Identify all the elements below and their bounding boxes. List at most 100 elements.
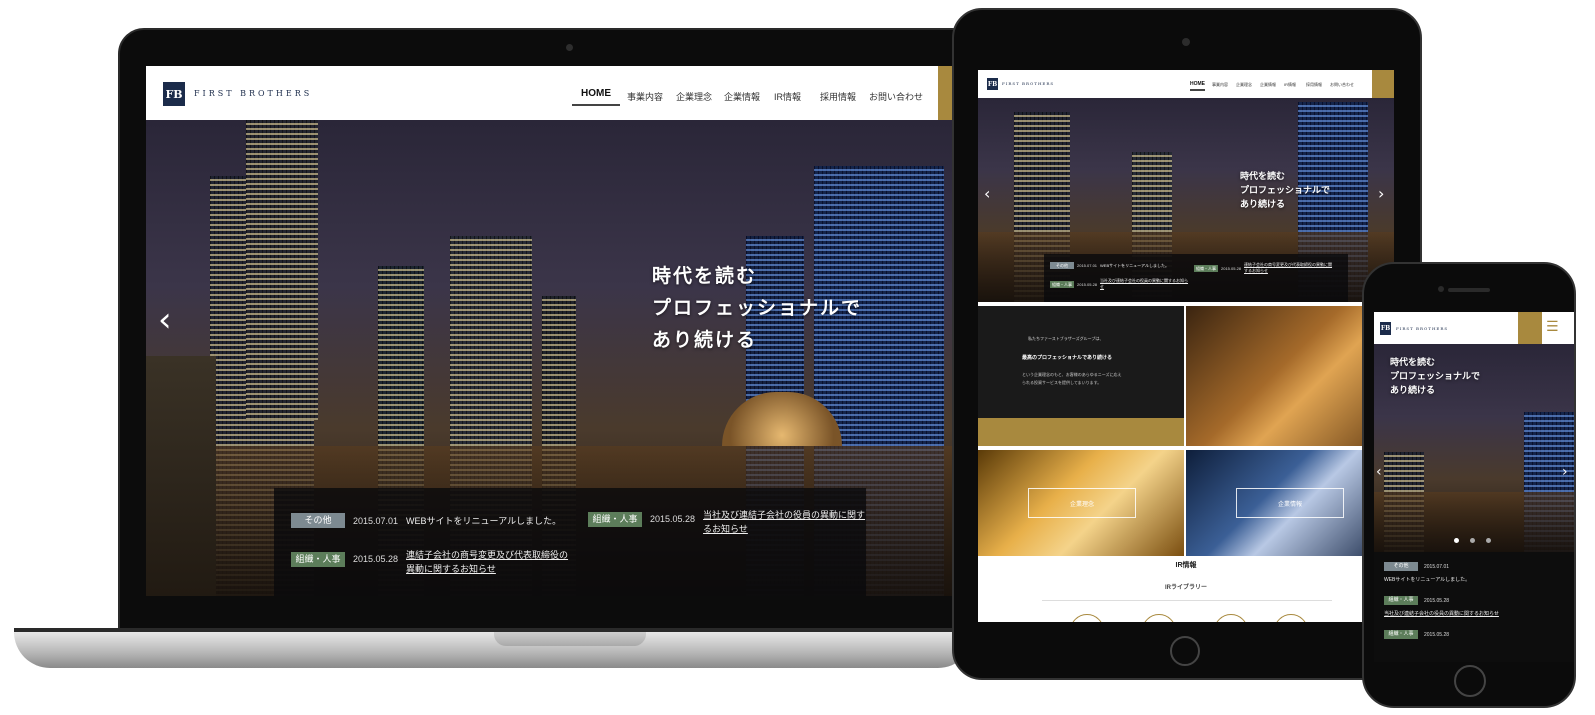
ir-circle-icon[interactable] bbox=[1274, 614, 1308, 622]
hero-tagline: 時代を読む プロフェッショナルで あり続ける bbox=[652, 260, 862, 356]
news-item[interactable]: 組織・人事 2015.05.28 当社及び連結子会社の役員の異動に関す るお知ら… bbox=[588, 508, 865, 536]
news-link[interactable]: 当社及び連結子会社の役員の異動に関するお知らせ bbox=[1384, 610, 1499, 617]
news-item[interactable]: その他 2015.07.01 WEBサイトをリニューアルしました。 bbox=[291, 513, 561, 528]
intro-tile: 私たちファーストブラザーズグループは、 最高のプロフェッショナルであり続ける と… bbox=[978, 306, 1184, 446]
hero-line-2: プロフェッショナルで bbox=[1240, 186, 1331, 196]
nav-business[interactable]: 事業内容 bbox=[1212, 82, 1228, 88]
carousel-dot-active[interactable] bbox=[1454, 538, 1459, 543]
news-item[interactable]: 組織・人事 2015.05.28 当社及び連結子会社の役員の異動に関するお知らせ bbox=[1050, 278, 1190, 290]
prev-arrow-icon[interactable]: ‹ bbox=[158, 300, 172, 340]
news-date: 2015.07.01 bbox=[1424, 563, 1450, 570]
nav-ir[interactable]: IR情報 bbox=[1284, 82, 1296, 88]
ir-circle-icon[interactable] bbox=[1142, 614, 1176, 622]
hero-line-2: プロフェッショナルで bbox=[1390, 372, 1481, 382]
nav-philosophy[interactable]: 企業理念 bbox=[1236, 82, 1252, 88]
intro-line: という企業理念のもと、お客様のあらゆるニーズに応え bbox=[1022, 372, 1122, 377]
news-tag: 組織・人事 bbox=[1050, 280, 1074, 288]
nav-home[interactable]: HOME bbox=[572, 88, 620, 106]
news-link[interactable]: 当社及び連結子会社の役員の異動に関す るお知らせ bbox=[703, 508, 865, 536]
logo-mark[interactable]: FB bbox=[987, 78, 998, 90]
logo-mark[interactable]: FB bbox=[163, 82, 185, 106]
hero-line-3: あり続ける bbox=[652, 329, 758, 351]
carousel-dot[interactable] bbox=[1470, 538, 1475, 543]
logo-text[interactable]: FIRST BROTHERS bbox=[1002, 81, 1054, 86]
phone-screen: FB FIRST BROTHERS ☰ 時代を読む プロフェッショナルで あり続… bbox=[1374, 312, 1574, 662]
news-link[interactable]: 連結子会社の商号変更及び代表取締役の 異動に関するお知らせ bbox=[406, 548, 568, 576]
news-item[interactable]: 組織・人事 2015.05.28 連結子会社の商号変更及び代表取締役の異動に関す… bbox=[1194, 262, 1334, 274]
accent-tab bbox=[1518, 312, 1542, 344]
philosophy-tile[interactable]: 企業理念 bbox=[978, 450, 1184, 556]
nav-business[interactable]: 事業内容 bbox=[627, 90, 663, 103]
nav-philosophy[interactable]: 企業理念 bbox=[676, 90, 712, 103]
nav-company[interactable]: 企業情報 bbox=[724, 90, 760, 103]
building bbox=[146, 356, 216, 596]
news-text: WEBサイトをリニューアルしました。 bbox=[406, 516, 562, 526]
news-link[interactable]: 連結子会社の商号変更及び代表取締役の異動に関するお知らせ bbox=[1244, 262, 1334, 274]
laptop-notch bbox=[494, 632, 646, 646]
nav-contact[interactable]: お問い合わせ bbox=[869, 90, 923, 103]
news-tag: 組織・人事 bbox=[1384, 630, 1418, 639]
station-foreground bbox=[1374, 492, 1574, 552]
nav-contact[interactable]: お問い合わせ bbox=[1330, 82, 1354, 88]
logo-mark[interactable]: FB bbox=[1380, 322, 1391, 335]
logo-text[interactable]: FIRST BROTHERS bbox=[194, 89, 312, 98]
ir-title: IR情報 bbox=[1175, 562, 1197, 569]
phone-speaker bbox=[1448, 288, 1490, 292]
news-text[interactable]: WEBサイトをリニューアルしました。 bbox=[1384, 576, 1470, 583]
next-arrow-icon[interactable]: › bbox=[1562, 464, 1568, 480]
news-item[interactable]: 組織・人事 2015.05.28 bbox=[1384, 596, 1449, 605]
nav-recruit[interactable]: 採用情報 bbox=[1306, 82, 1322, 88]
news-item[interactable]: 組織・人事 2015.05.28 連結子会社の商号変更及び代表取締役の 異動に関… bbox=[291, 548, 568, 576]
news-link[interactable]: 当社及び連結子会社の役員の異動に関するお知らせ bbox=[1100, 278, 1190, 290]
tablet-camera bbox=[1182, 38, 1190, 46]
ir-circle-icon[interactable] bbox=[1070, 614, 1104, 622]
news-tag: 組織・人事 bbox=[1194, 264, 1218, 272]
news-tag: 組織・人事 bbox=[291, 552, 345, 567]
phone-camera bbox=[1438, 286, 1444, 292]
site-header: FB FIRST BROTHERS ☰ bbox=[1374, 312, 1574, 344]
news-link-line[interactable]: るお知らせ bbox=[703, 522, 865, 536]
hero-image: 時代を読む プロフェッショナルで あり続ける ‹ › その他 2015.07.0… bbox=[978, 98, 1394, 302]
phone-home-button[interactable] bbox=[1454, 665, 1486, 697]
site-header: FB FIRST BROTHERS HOME 事業内容 企業理念 企業情報 IR… bbox=[978, 70, 1394, 98]
menu-accent-tab[interactable] bbox=[1372, 70, 1394, 98]
menu-icon[interactable]: ☰ bbox=[1546, 319, 1559, 335]
news-date: 2015.05.28 bbox=[353, 554, 399, 564]
hero-image: 時代を読む プロフェッショナルで あり続ける ‹ その他 2015.07.01 … bbox=[146, 120, 956, 596]
intro-line: られる投資サービスを提供してまいります。 bbox=[1022, 380, 1102, 385]
news-list: その他 2015.07.01 WEBサイトをリニューアルしました。 組織・人事 … bbox=[1374, 552, 1574, 662]
tablet-home-button[interactable] bbox=[1170, 636, 1200, 666]
prev-arrow-icon[interactable]: ‹ bbox=[984, 184, 990, 203]
logo-text[interactable]: FIRST BROTHERS bbox=[1396, 326, 1448, 331]
hero-line-3: あり続ける bbox=[1240, 200, 1286, 210]
news-tag: その他 bbox=[1050, 262, 1074, 269]
news-date: 2015.07.01 bbox=[1077, 263, 1098, 268]
philosophy-button[interactable]: 企業理念 bbox=[1028, 488, 1136, 518]
nav-home[interactable]: HOME bbox=[1190, 81, 1205, 91]
news-item[interactable]: 組織・人事 2015.05.28 bbox=[1384, 630, 1449, 639]
news-date: 2015.05.28 bbox=[1424, 631, 1450, 638]
news-date: 2015.07.01 bbox=[353, 515, 399, 526]
hero-line-1: 時代を読む bbox=[652, 265, 758, 287]
gold-band bbox=[978, 418, 1184, 446]
nav-recruit[interactable]: 採用情報 bbox=[820, 90, 856, 103]
tablet-screen: FB FIRST BROTHERS HOME 事業内容 企業理念 企業情報 IR… bbox=[978, 70, 1394, 622]
news-item[interactable]: その他 2015.07.01 bbox=[1384, 562, 1449, 571]
news-link-line[interactable]: 連結子会社の商号変更及び代表取締役の bbox=[406, 548, 568, 562]
news-text: WEBサイトをリニューアルしました。 bbox=[1100, 262, 1169, 268]
nav-ir[interactable]: IR情報 bbox=[774, 90, 801, 103]
carousel-dot[interactable] bbox=[1486, 538, 1491, 543]
prev-arrow-icon[interactable]: ‹ bbox=[1376, 464, 1382, 480]
next-arrow-icon[interactable]: › bbox=[1378, 184, 1384, 203]
hero-line-1: 時代を読む bbox=[1240, 172, 1286, 182]
company-button[interactable]: 企業情報 bbox=[1236, 488, 1344, 518]
hero-tagline: 時代を読む プロフェッショナルで あり続ける bbox=[1240, 170, 1330, 212]
news-link-line[interactable]: 異動に関するお知らせ bbox=[406, 562, 568, 576]
hero-tagline: 時代を読む プロフェッショナルで あり続ける bbox=[1390, 356, 1480, 398]
news-item[interactable]: その他 2015.07.01 WEBサイトをリニューアルしました。 bbox=[1050, 262, 1169, 269]
ir-circle-icon[interactable] bbox=[1214, 614, 1248, 622]
news-date: 2015.05.28 bbox=[1077, 281, 1098, 287]
news-panel: その他 2015.07.01 WEBサイトをリニューアルしました。 組織・人事 … bbox=[1044, 254, 1348, 302]
news-link-line[interactable]: 当社及び連結子会社の役員の異動に関す bbox=[703, 508, 865, 522]
nav-company[interactable]: 企業情報 bbox=[1260, 82, 1276, 88]
